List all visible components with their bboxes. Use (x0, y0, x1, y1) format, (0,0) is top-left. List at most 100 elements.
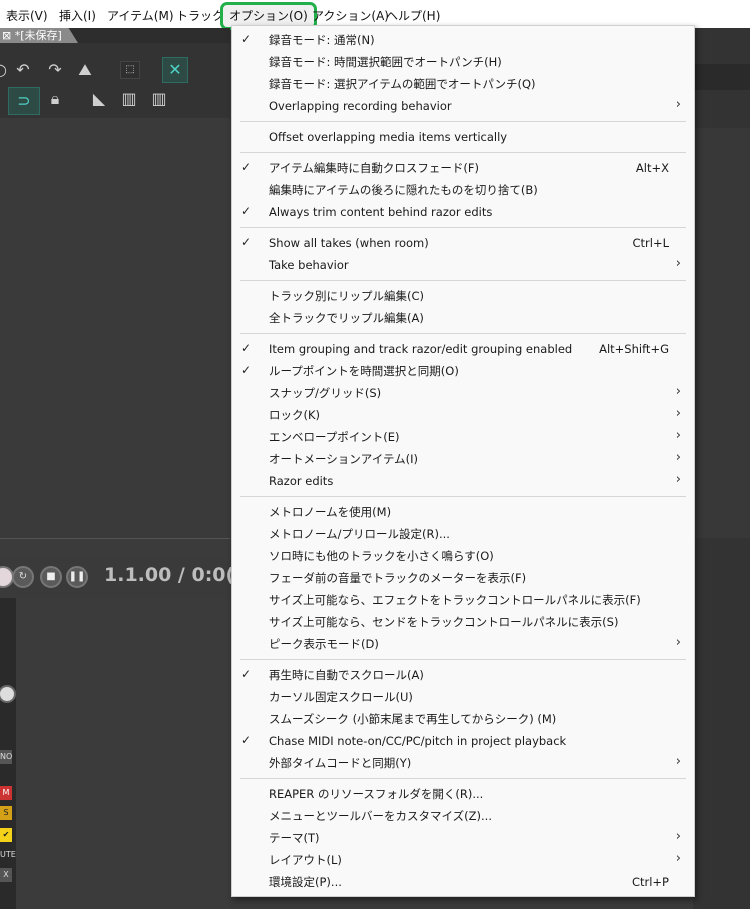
menu-item-label: ピーク表示モード(D) (269, 637, 379, 651)
solo-button[interactable]: S (0, 806, 12, 820)
checkmark-icon: ✓ (241, 667, 252, 681)
menu-item-7[interactable]: ✓ Always trim content behind razor edits (232, 201, 694, 223)
menu-item-20[interactable]: メトロノーム/プリロール設定(R)... (232, 523, 694, 545)
menu-item-27[interactable]: カーソル固定スクロール(U) (232, 686, 694, 708)
menu-view[interactable]: 表示(V) (6, 8, 48, 24)
metronome-icon[interactable]: ⛰ (74, 60, 96, 80)
fx-icon[interactable]: ✔ (0, 828, 12, 842)
piano-icon[interactable]: ▥ (118, 89, 140, 109)
menu-item-31[interactable]: REAPER のリソースフォルダを開く(R)... (232, 783, 694, 805)
menu-item-1[interactable]: 録音モード: 時間選択範囲でオートパンチ(H) (232, 51, 694, 73)
knob-icon[interactable] (0, 685, 16, 703)
fx-button[interactable]: X (0, 868, 12, 882)
menu-item-3[interactable]: Overlapping recording behavior › (232, 95, 694, 117)
checkmark-icon: ✓ (241, 204, 252, 218)
mute-button[interactable]: M (0, 786, 12, 800)
menu-item-shortcut: Ctrl+P (631, 875, 669, 889)
menu-item-24[interactable]: サイズ上可能なら、センドをトラックコントロールパネルに表示(S) (232, 611, 694, 633)
submenu-arrow-icon: › (675, 635, 681, 650)
menu-separator (240, 659, 686, 660)
time-display: 1.1.00 / 0:0( (104, 564, 235, 586)
menu-item-28[interactable]: スムーズシーク (小節末尾まで再生してからシーク) (M) (232, 708, 694, 730)
selection-box-icon[interactable]: ⬚ (120, 61, 140, 79)
menu-item-shortcut: Alt+X (635, 161, 669, 175)
options-dropdown-menu: ✓ 録音モード: 通常(N) 録音モード: 時間選択範囲でオートパンチ(H) 録音モー… (231, 25, 695, 897)
menu-item-29[interactable]: ✓ Chase MIDI note-on/CC/PC/pitch in proje… (232, 730, 694, 752)
menu-item-35[interactable]: 環境設定(P)... Ctrl+P (232, 871, 694, 893)
crossfade-icon[interactable]: ✕ (162, 57, 188, 83)
menu-item-label: 録音モード: 選択アイテムの範囲でオートパンチ(Q) (269, 77, 536, 91)
menu-item-11[interactable]: 全トラックでリップル編集(A) (232, 307, 694, 329)
submenu-arrow-icon: › (675, 428, 681, 443)
menu-separator (240, 496, 686, 497)
menu-item-14[interactable]: スナップ/グリッド(S) › (232, 382, 694, 404)
menu-item-label: Overlapping recording behavior (269, 99, 452, 113)
menu-item-label: ロック(K) (269, 408, 321, 422)
menu-insert[interactable]: 挿入(I) (59, 8, 96, 24)
menu-item-label: エンベロープポイント(E) (269, 430, 400, 444)
menu-item-label: スナップ/グリッド(S) (269, 386, 382, 400)
circle-icon[interactable]: ○ (0, 60, 8, 80)
menu-item-0[interactable]: ✓ 録音モード: 通常(N) (232, 29, 694, 51)
menu-item-label: Offset overlapping media items verticall… (269, 130, 508, 144)
menu-item-15[interactable]: ロック(K) › (232, 404, 694, 426)
close-icon[interactable]: ⊠ (2, 29, 11, 42)
loop-icon[interactable]: ⊃ (8, 87, 40, 115)
menu-item-22[interactable]: フェーダ前の音量でトラックのメーターを表示(F) (232, 567, 694, 589)
menu-item-23[interactable]: サイズ上可能なら、エフェクトをトラックコントロールパネルに表示(F) (232, 589, 694, 611)
menu-item-9[interactable]: Take behavior › (232, 254, 694, 276)
menu-item-25[interactable]: ピーク表示モード(D) › (232, 633, 694, 655)
stop-button[interactable]: ■ (40, 566, 62, 588)
arrange-view[interactable] (0, 118, 230, 538)
menu-item-2[interactable]: 録音モード: 選択アイテムの範囲でオートパンチ(Q) (232, 73, 694, 95)
menu-bar: 表示(V) 挿入(I) アイテム(M) トラック(T オプション(O) アクショ… (0, 0, 750, 30)
redo-icon[interactable]: ↷ (44, 60, 66, 80)
menu-item-13[interactable]: ✓ ループポイントを時間選択と同期(O) (232, 360, 694, 382)
menu-item-32[interactable]: メニューとツールバーをカスタマイズ(Z)... (232, 805, 694, 827)
menu-separator (240, 227, 686, 228)
menu-item-19[interactable]: メトロノームを使用(M) (232, 501, 694, 523)
menu-item-4[interactable]: Offset overlapping media items verticall… (232, 126, 694, 148)
project-tab[interactable]: ⊠ *[未保存] (0, 28, 78, 43)
menu-item-17[interactable]: オートメーションアイテム(I) › (232, 448, 694, 470)
mute-label: UTE (0, 850, 16, 859)
checkmark-icon: ✓ (241, 733, 252, 747)
pause-button[interactable]: ❚❚ (66, 566, 88, 588)
menu-item-34[interactable]: レイアウト(L) › (232, 849, 694, 871)
menu-item-5[interactable]: ✓ アイテム編集時に自動クロスフェード(F) Alt+X (232, 157, 694, 179)
undo-icon[interactable]: ↶ (12, 60, 34, 80)
menu-help[interactable]: ヘルプ(H) (386, 8, 440, 24)
mono-button[interactable]: NO (0, 750, 12, 764)
repeat-icon[interactable]: ↻ (12, 566, 34, 588)
menu-item-8[interactable]: ✓ Show all takes (when room) Ctrl+L (232, 232, 694, 254)
timeline-ruler (693, 64, 750, 90)
menu-item-label: スムーズシーク (小節末尾まで再生してからシーク) (M) (269, 712, 557, 726)
ripple-icon[interactable]: ◣ (88, 89, 110, 109)
menu-item-30[interactable]: 外部タイムコードと同期(Y) › (232, 752, 694, 774)
menu-item-33[interactable]: テーマ(T) › (232, 827, 694, 849)
menu-item[interactable]: アイテム(M) (107, 8, 174, 24)
lock-icon[interactable]: 🔒︎ (46, 89, 64, 109)
menu-item-26[interactable]: ✓ 再生時に自動でスクロール(A) (232, 664, 694, 686)
menu-item-21[interactable]: ソロ時にも他のトラックを小さく鳴らす(O) (232, 545, 694, 567)
menu-item-label: 再生時に自動でスクロール(A) (269, 668, 424, 682)
menu-item-18[interactable]: Razor edits › (232, 470, 694, 492)
menu-separator (240, 280, 686, 281)
menu-separator (240, 333, 686, 334)
project-tab-title: *[未保存] (14, 29, 62, 42)
submenu-arrow-icon: › (675, 851, 681, 866)
submenu-arrow-icon: › (675, 472, 681, 487)
menu-item-shortcut: Ctrl+L (632, 236, 669, 250)
menu-item-label: Take behavior (269, 258, 349, 272)
track-lane[interactable] (693, 128, 750, 538)
menu-item-label: メニューとツールバーをカスタマイズ(Z)... (269, 809, 492, 823)
piano-keys-icon[interactable]: ▥ (148, 89, 170, 109)
menu-item-6[interactable]: 編集時にアイテムの後ろに隠れたものを切り捨て(B) (232, 179, 694, 201)
menu-item-16[interactable]: エンベロープポイント(E) › (232, 426, 694, 448)
menu-actions[interactable]: アクション(A) (312, 8, 389, 24)
menu-item-10[interactable]: トラック別にリップル編集(C) (232, 285, 694, 307)
divider (0, 538, 230, 539)
menu-item-12[interactable]: ✓ Item grouping and track razor/edit grou… (232, 338, 694, 360)
menu-item-label: 録音モード: 時間選択範囲でオートパンチ(H) (269, 55, 502, 69)
menu-item-label: メトロノーム/プリロール設定(R)... (269, 527, 450, 541)
